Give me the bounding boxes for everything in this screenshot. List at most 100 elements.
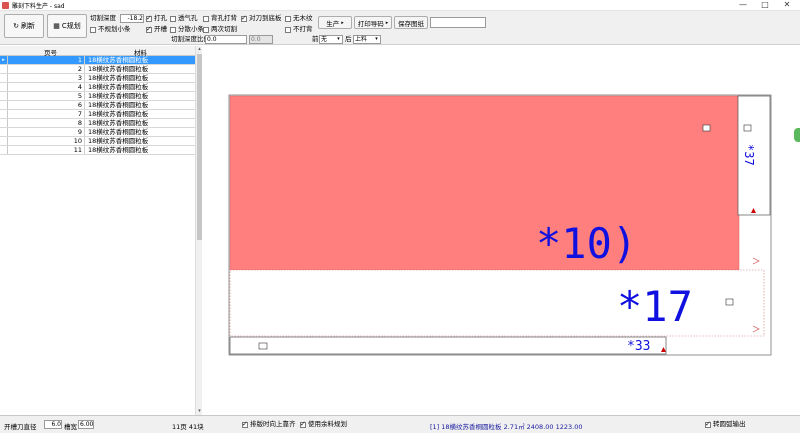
layout-drawing[interactable]: *10) *37 *17 *33 [203,46,800,415]
side-handle[interactable] [794,128,800,142]
print-button[interactable]: 打印导码 ▸ [354,16,392,29]
row-indicator-icon [0,74,8,82]
ratio-input-2: 0.0 [249,35,273,44]
open-groove-checkbox[interactable]: 开槽 [146,25,167,34]
not-plan-small-checkbox[interactable]: 不规划小条 [90,25,131,34]
title-bar: 雕刻下料生产 - sad — □ ✕ [0,0,800,11]
groove-width-input[interactable]: 6.00 [78,420,94,429]
row-indicator-icon [0,137,8,145]
scrollbar-thumb[interactable] [197,54,202,240]
part-label-37: *37 [742,144,756,166]
groove-dia-input[interactable]: 6.0 [44,420,62,429]
cell-page-no: 11 [8,146,85,154]
chevron-down-icon: ▾ [375,36,378,42]
cut-depth-input[interactable]: -18.2 [120,14,144,23]
cell-material: 18横纹苏香桐圆粒板 [88,92,149,100]
use-leftover-checkbox[interactable]: 使用余料规划 [300,420,347,429]
part-marker [702,124,711,132]
cell-page-no: 4 [8,83,85,91]
layout-canvas[interactable]: *10) *37 *17 *33 [203,46,800,415]
cell-material: 18横纹苏香桐圆粒板 [88,56,149,64]
groove-width-label: 槽宽 [64,423,77,431]
cell-page-no: 10 [8,137,85,145]
minimize-button[interactable]: — [732,0,754,10]
refresh-button[interactable]: ↻ 刷新 [4,14,44,38]
table-row[interactable]: 3 18横纹苏香桐圆粒板 [0,74,195,83]
part-panel-10 [229,95,740,271]
table-row[interactable]: 9 18横纹苏香桐圆粒板 [0,128,195,137]
part-label-33: *33 [627,339,650,354]
produce-button[interactable]: 生产 ▸ [318,16,352,29]
cell-material: 18横纹苏香桐圆粒板 [88,110,149,118]
cell-material: 18横纹苏香桐圆粒板 [88,65,149,73]
cell-page-no: 1 [8,56,85,64]
table-row[interactable]: 8 18横纹苏香桐圆粒板 [0,119,195,128]
to-blade-bottom-checkbox[interactable]: 对刀到底板 [241,14,282,23]
part-marker [725,298,734,306]
cell-material: 18横纹苏香桐圆粒板 [88,119,149,127]
row-indicator-icon [0,119,8,127]
table-row[interactable]: ▸ 1 18横纹苏香桐圆粒板 [0,56,195,65]
grid-icon: ▦ [53,22,60,30]
table-row[interactable]: 6 18横纹苏香桐圆粒板 [0,101,195,110]
arc-output-checkbox[interactable]: 转圆弧输出 [705,420,746,429]
dropdown-arrow-icon: ▸ [385,19,389,26]
not-flip-checkbox[interactable]: 不打背 [285,25,313,34]
back-drill-checkbox[interactable]: 背孔打背 [203,14,237,23]
page-list-panel: 页号 材料 ▸ 1 18横纹苏香桐圆粒板 2 18横纹苏香桐圆粒板 3 18横纹苏香桐圆粒板… [0,46,202,415]
save-drawing-input[interactable] [430,17,486,28]
cell-material: 18横纹苏香桐圆粒板 [88,74,149,82]
maximize-button[interactable]: □ [754,0,776,10]
no-wood-grain-checkbox[interactable]: 无木纹 [285,14,313,23]
row-indicator-icon [0,65,8,73]
table-row[interactable]: 7 18横纹苏香桐圆粒板 [0,110,195,119]
align-top-checkbox[interactable]: 排版时向上靠齐 [242,420,296,429]
part-label-17: *17 [617,282,693,331]
cell-material: 18横纹苏香桐圆粒板 [88,146,149,154]
chevron-down-icon: ▾ [337,36,340,42]
front-select[interactable]: 无 ▾ [319,35,343,44]
cut-twice-checkbox[interactable]: 两次切割 [203,25,237,34]
row-indicator-icon [0,83,8,91]
cut-depth-label: 切割深度 [90,14,116,22]
close-button[interactable]: ✕ [776,0,798,10]
row-indicator-icon [0,101,8,109]
part-marker [743,124,752,132]
grid-header: 页号 材料 [0,46,195,57]
vertical-scrollbar[interactable]: ▴ ▾ [195,46,202,415]
cell-page-no: 7 [8,110,85,118]
part-panel-33 [229,336,667,355]
table-row[interactable]: 2 18横纹苏香桐圆粒板 [0,65,195,74]
row-indicator-icon [0,128,8,136]
window-title: 雕刻下料生产 - sad [12,3,65,10]
back-select[interactable]: 上料 ▾ [353,35,381,44]
table-row[interactable]: 4 18横纹苏香桐圆粒板 [0,83,195,92]
dropdown-arrow-icon: ▸ [341,19,344,26]
cell-material: 18横纹苏香桐圆粒板 [88,137,149,145]
table-row[interactable]: 10 18横纹苏香桐圆粒板 [0,137,195,146]
ratio-input-1[interactable]: 0.0 [205,35,247,44]
pages-info: 11页 41块 [172,423,204,431]
vent-hole-checkbox[interactable]: 透气孔 [170,14,198,23]
refresh-icon: ↻ [13,22,19,30]
status-bar: 开槽刀直径 6.0 槽宽 6.00 11页 41块 排版时向上靠齐 使用余料规划… [0,415,800,433]
cell-page-no: 5 [8,92,85,100]
row-indicator-icon: ▸ [0,56,8,64]
scroll-up-icon[interactable]: ▴ [196,46,203,53]
cell-material: 18横纹苏香桐圆粒板 [88,83,149,91]
table-row[interactable]: 11 18横纹苏香桐圆粒板 [0,146,195,155]
cell-page-no: 3 [8,74,85,82]
save-drawing-button[interactable]: 保存图纸 [394,16,428,29]
sheet-info: [1] 18横纹苏香桐圆粒板 2.71㎡ 2408.00 1223.00 [430,423,583,431]
split-small-checkbox[interactable]: 分散小条 [170,25,204,34]
row-indicator-icon [0,92,8,100]
drill-hole-checkbox[interactable]: 打孔 [146,14,167,23]
front-label: 前 [312,35,319,43]
row-indicator-icon [0,110,8,118]
part-label-10: *10) [536,219,637,268]
app-icon [2,2,9,9]
scroll-down-icon[interactable]: ▾ [196,408,203,415]
back-label: 后 [345,35,352,43]
table-row[interactable]: 5 18横纹苏香桐圆粒板 [0,92,195,101]
plan-button[interactable]: ▦ C规划 [47,14,87,38]
